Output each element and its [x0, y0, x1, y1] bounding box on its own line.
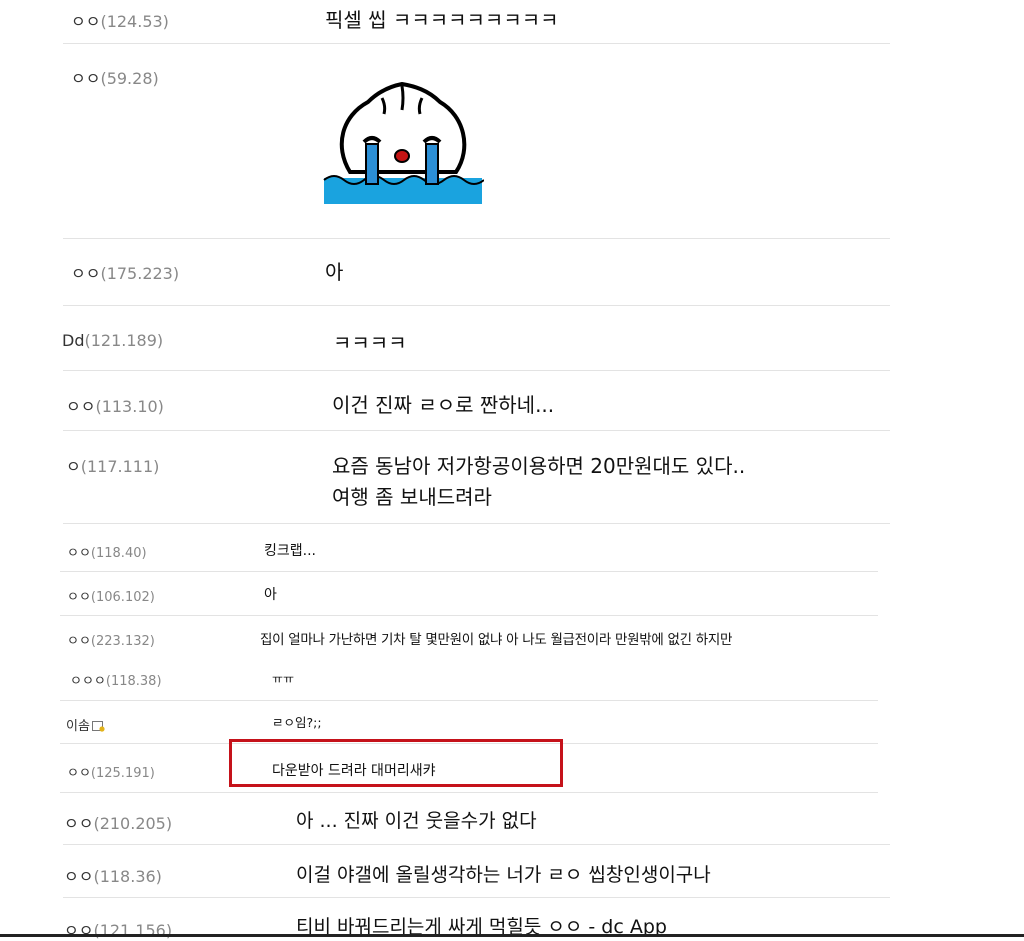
fixed-nick-icon [91, 721, 105, 732]
comment-text: 이건 진짜 ㄹㅇ로 짠하네... [332, 393, 555, 417]
reply-text: 킹크랩... [264, 543, 316, 559]
comment-row: ㅇㅇ(210.205) 아 ... 진짜 이건 웃을수가 없다 [63, 792, 890, 845]
comment-row: ㅇㅇ(118.36) 이걸 야갤에 올릴생각하는 너가 ㄹㅇ 씹창인생이구나 [63, 844, 890, 898]
crying-dumpling-emoticon [323, 81, 484, 204]
nick-name: ㅇ [66, 457, 81, 476]
nick-ip: (210.205) [93, 814, 173, 833]
comment-row: ㅇ(117.111) 요즘 동남아 저가항공이용하면 20만원대도 있다.. 여… [63, 430, 890, 524]
nick-name: ㅇㅇ [67, 546, 91, 561]
nick-ip: (124.53) [100, 12, 169, 31]
nick-name: ㅇㅇ [64, 814, 94, 833]
comment-nick[interactable]: ㅇㅇ(121.156) [64, 917, 172, 941]
comment-nick[interactable]: ㅇㅇ(175.223) [71, 260, 179, 284]
nick-ip: (118.40) [90, 546, 147, 561]
comment-nick[interactable]: ㅇㅇ(118.36) [64, 863, 162, 887]
nick-ip: (175.223) [100, 264, 180, 283]
reply-row: ㅇㅇㅇ(118.38) ㅠㅠ [60, 660, 878, 701]
reply-nick[interactable]: ㅇㅇㅇ(118.38) [70, 670, 162, 689]
comment-nick[interactable]: ㅇㅇ(124.53) [71, 8, 169, 32]
reply-row: ㅇㅇ(223.132) 집이 얼마나 가난하면 기차 탈 몇만원이 없냐 아 나… [60, 615, 878, 660]
comment-text: 픽셀 씹 ㅋㅋㅋㅋㅋㅋㅋㅋㅋ [325, 8, 559, 32]
reply-row: ㅇㅇ(118.40) 킹크랩... [60, 527, 878, 572]
comment-nick[interactable]: ㅇㅇ(59.28) [71, 65, 159, 89]
nick-ip: (118.36) [93, 867, 162, 886]
nick-name: ㅇㅇㅇ [70, 674, 106, 689]
comment-row: ㅇㅇ(121.156) 티비 바꿔드리는게 싸게 먹힐듯 ㅇㅇ - dc App [63, 897, 890, 940]
nick-ip: (223.132) [90, 634, 155, 649]
reply-text: ㅠㅠ [272, 672, 295, 686]
comment-row: ㅇㅇ(113.10) 이건 진짜 ㄹㅇ로 짠하네... [63, 370, 890, 431]
comment-text: 요즘 동남아 저가항공이용하면 20만원대도 있다.. [332, 454, 746, 478]
nick-name: 이솜 [66, 719, 90, 734]
nick-name: ㅇㅇ [64, 921, 94, 940]
reply-nick[interactable]: ㅇㅇ(118.40) [67, 542, 147, 561]
nick-name: ㅇㅇ [64, 867, 94, 886]
comment-nick[interactable]: Dd(121.189) [62, 331, 163, 350]
nick-ip: (117.111) [80, 457, 160, 476]
nick-name: ㅇㅇ [71, 12, 101, 31]
reply-text: 아 [264, 587, 277, 603]
comment-row: ㅇㅇ(124.53) 픽셀 씹 ㅋㅋㅋㅋㅋㅋㅋㅋㅋ [63, 0, 890, 44]
nick-name: ㅇㅇ [67, 766, 91, 781]
comment-row: ㅇㅇ(175.223) 아 [63, 238, 890, 306]
reply-nick[interactable]: ㅇㅇ(223.132) [67, 630, 155, 649]
reply-nick[interactable]: ㅇㅇ(106.102) [67, 586, 155, 605]
comment-text: 아 [325, 260, 344, 284]
nick-ip: (59.28) [100, 69, 159, 88]
comment-text-line2: 여행 좀 보내드려라 [332, 485, 492, 509]
comment-text: 이걸 야갤에 올릴생각하는 너가 ㄹㅇ 씹창인생이구나 [296, 864, 711, 886]
nick-ip: (113.10) [95, 397, 164, 416]
comment-text: ㅋㅋㅋㅋ [333, 331, 407, 355]
reply-row: 이솜 ㄹㅇ임?;; [60, 700, 878, 744]
highlight-box [229, 739, 563, 787]
nick-ip: (125.191) [90, 766, 155, 781]
reply-row: ㅇㅇ(106.102) 아 [60, 571, 878, 616]
comment-nick[interactable]: ㅇ(117.111) [66, 453, 159, 477]
reply-nick[interactable]: 이솜 [66, 715, 105, 734]
nick-name: Dd [62, 331, 85, 350]
reply-text: 집이 얼마나 가난하면 기차 탈 몇만원이 없냐 아 나도 월급전이라 만원밖에… [260, 632, 733, 648]
nick-name: ㅇㅇ [71, 69, 101, 88]
reply-text: ㄹㅇ임?;; [272, 715, 322, 730]
nick-name: ㅇㅇ [71, 264, 101, 283]
nick-ip: (121.156) [93, 921, 173, 940]
nick-ip: (121.189) [84, 331, 164, 350]
comment-text: 아 ... 진짜 이건 웃을수가 없다 [296, 810, 537, 832]
nick-name: ㅇㅇ [66, 397, 96, 416]
nick-name: ㅇㅇ [67, 634, 91, 649]
reply-nick[interactable]: ㅇㅇ(125.191) [67, 762, 155, 781]
nick-ip: (118.38) [105, 674, 162, 689]
nick-name: ㅇㅇ [67, 590, 91, 605]
comment-nick[interactable]: ㅇㅇ(113.10) [66, 393, 164, 417]
comment-row: Dd(121.189) ㅋㅋㅋㅋ [62, 305, 890, 371]
comment-nick[interactable]: ㅇㅇ(210.205) [64, 810, 172, 834]
nick-ip: (106.102) [90, 590, 155, 605]
